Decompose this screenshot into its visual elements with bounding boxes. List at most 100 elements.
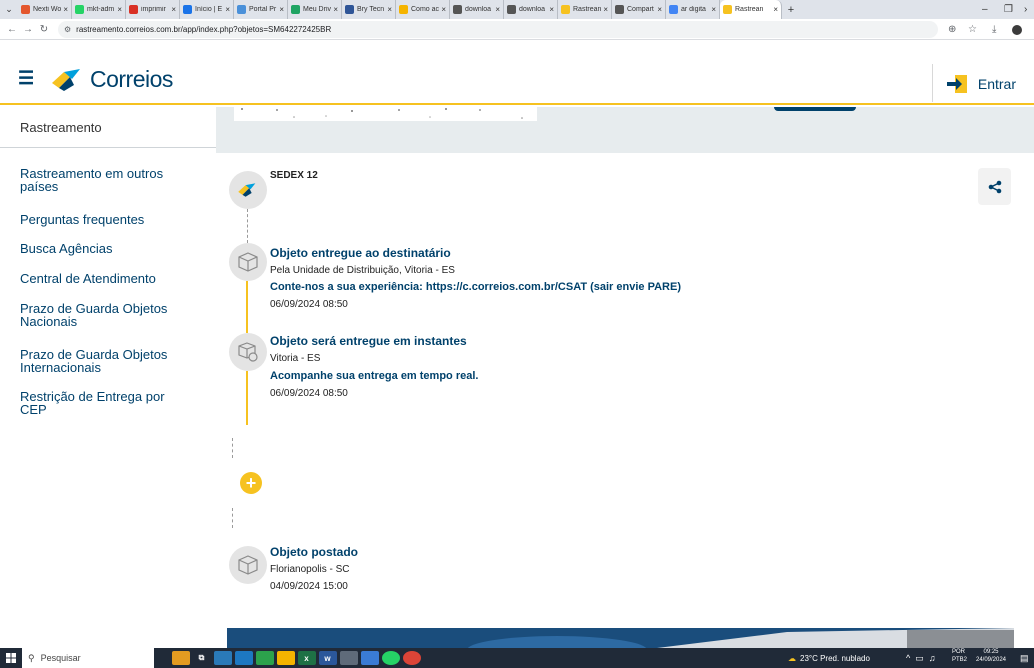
browser-tab[interactable]: mkt-adm ×	[72, 0, 126, 19]
browser-tab[interactable]: ar digita ×	[666, 0, 720, 19]
sidebar-link-support[interactable]: Central de Atendimento	[20, 272, 190, 285]
minimize-button[interactable]: –	[982, 0, 988, 19]
close-tab-icon[interactable]: ×	[225, 5, 230, 14]
event-title: Objeto postado	[270, 545, 358, 559]
sidebar-link-faq[interactable]: Perguntas frequentes	[20, 213, 190, 226]
site-info-icon[interactable]: ⚙	[64, 25, 71, 34]
store-icon[interactable]	[360, 651, 379, 665]
event-location: Vitoria - ES	[270, 353, 321, 364]
browser-tab-label: mkt-adm	[87, 6, 115, 13]
browser-tab-label: Compart	[627, 6, 654, 13]
browser-tab[interactable]: Portal Pr ×	[234, 0, 288, 19]
sidebar-link-agencies[interactable]: Busca Agências	[20, 242, 190, 255]
calculator-icon[interactable]	[213, 651, 232, 665]
url-input[interactable]: ⚙ rastreamento.correios.com.br/app/index…	[58, 20, 938, 38]
browser-tab[interactable]: imprimir ×	[126, 0, 180, 19]
language-indicator[interactable]: POR PTB2	[952, 648, 967, 668]
task-view-icon[interactable]: ⧉	[193, 651, 211, 665]
teams-icon[interactable]	[339, 651, 358, 665]
browser-tab[interactable]: Meu Driv ×	[288, 0, 342, 19]
chevron-up-icon[interactable]: ^	[906, 653, 910, 663]
zoom-icon[interactable]: ⊕	[948, 19, 956, 40]
profile-avatar[interactable]	[1012, 19, 1022, 40]
url-text: rastreamento.correios.com.br/app/index.p…	[76, 24, 332, 34]
browser-tab[interactable]: Como ac ×	[396, 0, 450, 19]
timeline-connector	[247, 209, 248, 243]
close-tab-icon[interactable]: ×	[711, 5, 716, 14]
edge-taskbar-icon[interactable]	[255, 651, 274, 665]
close-tab-icon[interactable]: ×	[117, 5, 122, 14]
close-tab-icon[interactable]: ×	[63, 5, 68, 14]
clock[interactable]: 09:25 24/09/2024	[972, 648, 1010, 668]
timeline-connector	[232, 438, 233, 458]
weather-icon: ☁	[788, 653, 796, 663]
close-tab-icon[interactable]: ×	[387, 5, 392, 14]
clock-time: 09:25	[983, 649, 999, 655]
windows-start-icon[interactable]	[0, 648, 22, 668]
new-tab-button[interactable]: +	[782, 4, 800, 16]
restore-button[interactable]: ❐	[1004, 0, 1013, 19]
taskbar-search-input[interactable]: ⚲ Pesquisar	[22, 648, 154, 668]
sidebar-link-international[interactable]: Rastreamento em outros países	[20, 167, 190, 193]
chevron-right-icon[interactable]: ›	[1024, 0, 1027, 19]
timeline-progress-line	[246, 371, 248, 425]
browser-tab[interactable]: Bry Tecn ×	[342, 0, 396, 19]
close-tab-icon[interactable]: ×	[441, 5, 446, 14]
close-tab-icon[interactable]: ×	[279, 5, 284, 14]
event-location: Pela Unidade de Distribuição, Vitoria - …	[270, 265, 455, 276]
weather-text: 23°C Pred. nublado	[800, 653, 870, 663]
bookmark-star-icon[interactable]: ☆	[968, 19, 977, 40]
tray-icons[interactable]: ^ ▭ ♫	[906, 648, 936, 668]
mail-icon[interactable]	[234, 651, 253, 665]
close-tab-icon[interactable]: ×	[549, 5, 554, 14]
service-icon	[229, 171, 267, 209]
correios-logo[interactable]: Correios	[50, 66, 173, 93]
back-arrow-icon[interactable]: ←	[4, 24, 20, 35]
menu-toggle-icon[interactable]: ☰	[18, 68, 34, 89]
network-icon[interactable]: ▭	[915, 653, 924, 664]
forward-arrow-icon[interactable]: →	[20, 24, 36, 35]
share-icon[interactable]	[978, 168, 1011, 205]
download-icon[interactable]: ⤓	[992, 19, 996, 40]
login-button[interactable]: Entrar	[946, 74, 1016, 94]
browser-tab[interactable]: Nexti Wo ×	[18, 0, 72, 19]
captcha-image	[234, 107, 537, 121]
search-button[interactable]	[774, 107, 856, 111]
whatsapp-taskbar-icon[interactable]	[381, 651, 400, 665]
browser-tab-label: imprimir	[141, 6, 166, 13]
correios-logo-icon	[52, 68, 80, 91]
word-icon[interactable]: w	[318, 651, 337, 665]
close-tab-icon[interactable]: ×	[603, 5, 608, 14]
close-tab-icon[interactable]: ×	[333, 5, 338, 14]
expand-events-button[interactable]: +	[240, 472, 262, 494]
file-explorer-icon[interactable]	[276, 651, 295, 665]
close-tab-icon[interactable]: ×	[495, 5, 500, 14]
browser-tab[interactable]: downloa ×	[504, 0, 558, 19]
reload-icon[interactable]: ↻	[36, 24, 52, 35]
site-header: ☰ Correios Entrar	[0, 40, 1034, 105]
sidebar-link-guard-national[interactable]: Prazo de Guarda Objetos Nacionais	[20, 302, 190, 328]
sidebar-divider	[0, 147, 216, 148]
browser-tab[interactable]: Compart ×	[612, 0, 666, 19]
chrome-taskbar-icon[interactable]	[402, 651, 421, 665]
close-tab-icon[interactable]: ×	[773, 5, 778, 14]
out-for-delivery-icon	[229, 333, 267, 371]
sidebar-link-cep-restriction[interactable]: Restrição de Entrega por CEP	[20, 390, 190, 416]
browser-tab[interactable]: downloa ×	[450, 0, 504, 19]
browser-tab[interactable]: Rastrean ×	[558, 0, 612, 19]
browser-tab-label: Meu Driv	[303, 6, 332, 13]
close-tab-icon[interactable]: ×	[171, 5, 176, 14]
login-label: Entrar	[977, 76, 1016, 92]
promo-banner[interactable]	[227, 628, 1014, 648]
sidebar-link-guard-international[interactable]: Prazo de Guarda Objetos Internacionais	[20, 348, 190, 374]
excel-icon[interactable]: x	[297, 651, 316, 665]
browser-tab[interactable]: Rastrean ×	[720, 0, 782, 19]
app-launcher-icon[interactable]	[171, 651, 190, 665]
weather-widget[interactable]: ☁ 23°C Pred. nublado	[788, 648, 870, 668]
csat-link[interactable]: https://c.correios.com.br/CSAT	[426, 281, 587, 293]
close-tab-icon[interactable]: ×	[657, 5, 662, 14]
notification-icon[interactable]: ▤	[1020, 648, 1029, 668]
browser-tab[interactable]: Início | E ×	[180, 0, 234, 19]
tab-search-icon[interactable]: ⌄	[0, 0, 18, 19]
volume-icon[interactable]: ♫	[929, 653, 936, 663]
